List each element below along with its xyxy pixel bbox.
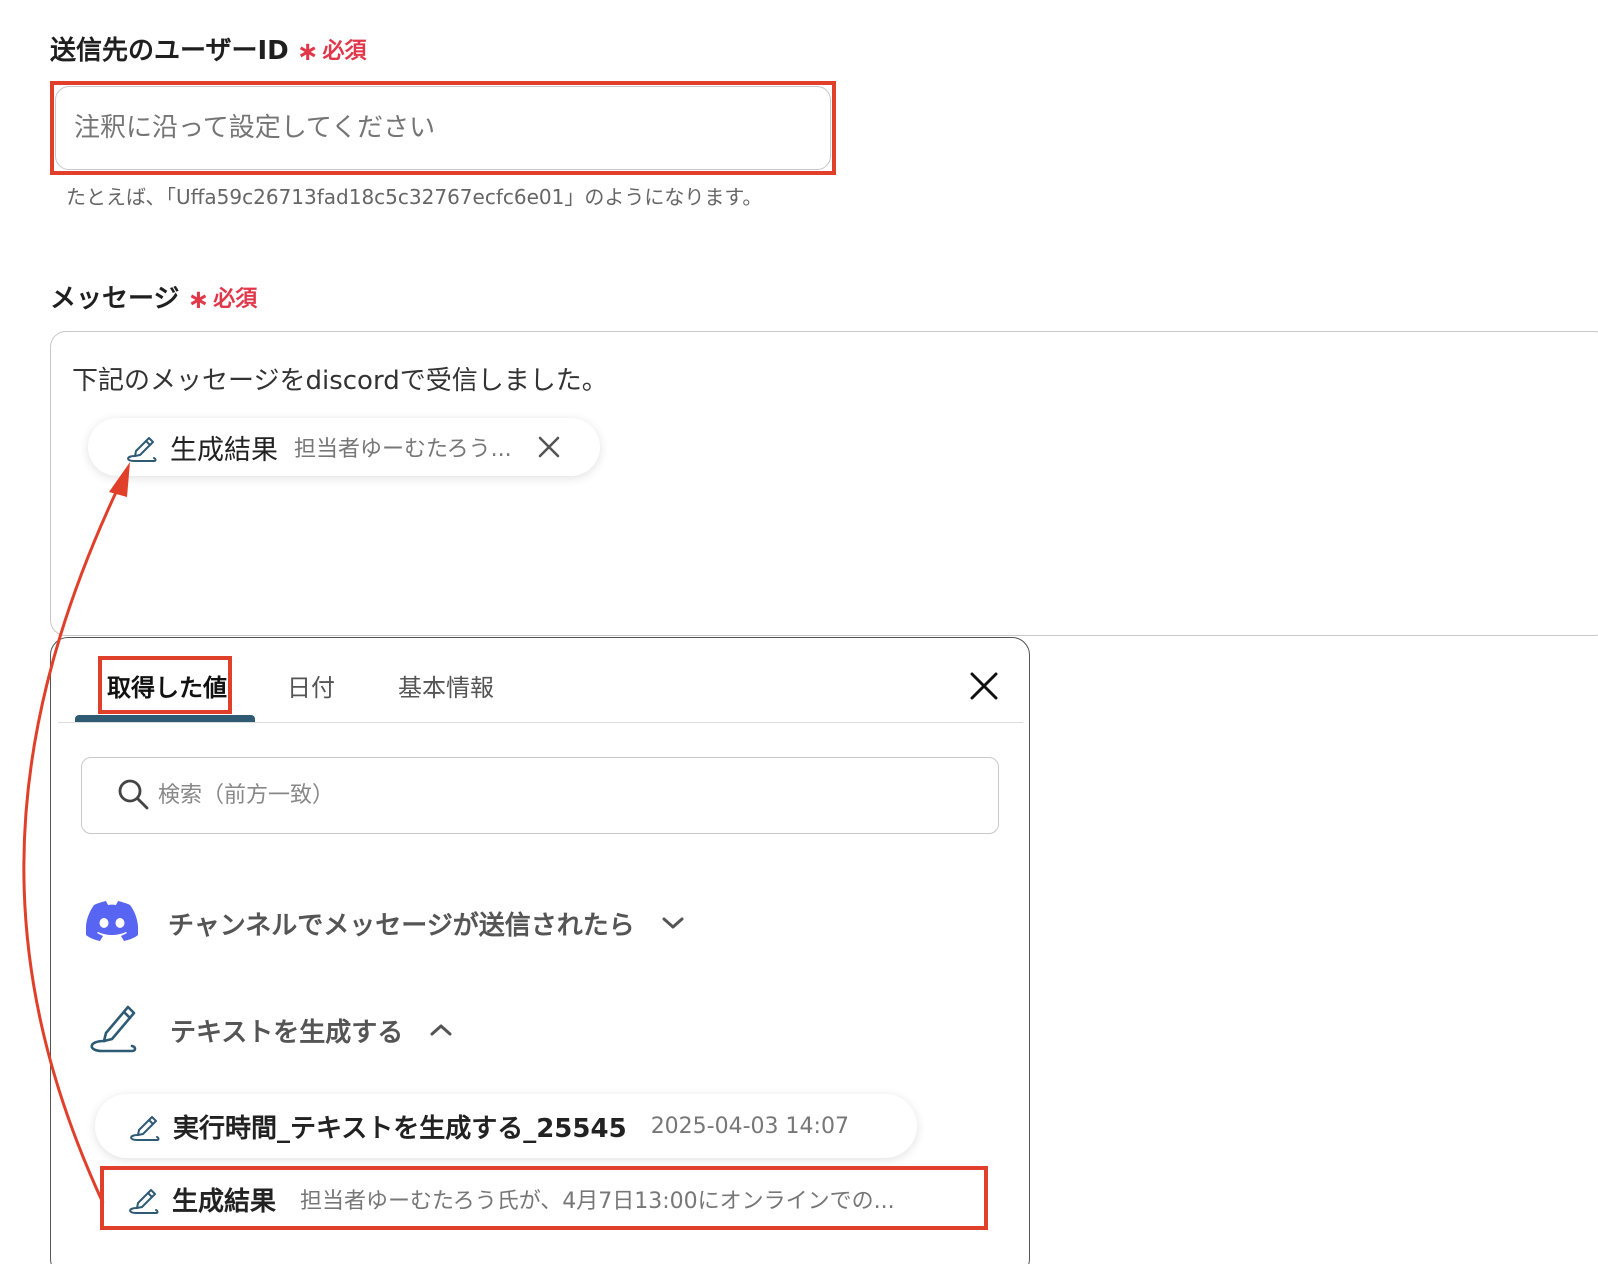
- ai-pen-icon: [123, 1106, 163, 1146]
- message-variable-chip[interactable]: 生成結果 担当者ゆーむたろう...: [88, 418, 600, 476]
- message-text: 下記のメッセージをdiscordで受信しました。: [72, 366, 608, 396]
- user-id-label-text: 送信先のユーザーID: [50, 36, 289, 66]
- chip-preview: 担当者ゆーむたろう...: [294, 437, 512, 462]
- tab-divider: [58, 722, 1023, 723]
- chip-title: 生成結果: [170, 434, 278, 466]
- result-highlight: [100, 1166, 988, 1230]
- chevron-up-icon: [429, 1022, 453, 1038]
- ai-pen-icon: [120, 427, 160, 467]
- tab-basic-info[interactable]: 基本情報: [398, 668, 494, 703]
- message-label-text: メッセージ: [50, 284, 180, 314]
- tab-retrieved-values[interactable]: 取得した値: [107, 668, 227, 703]
- message-label: メッセージ ∗ 必須: [50, 278, 257, 315]
- tab-date[interactable]: 日付: [287, 668, 335, 703]
- group-label: テキストを生成する: [170, 1017, 404, 1048]
- asterisk-icon: ∗: [296, 36, 319, 67]
- item-value: 2025-04-03 14:07: [650, 1113, 849, 1139]
- asterisk-icon: ∗: [187, 284, 210, 315]
- required-text: 必須: [213, 286, 258, 312]
- item-title: 実行時間_テキストを生成する_25545: [173, 1113, 627, 1144]
- required-badge: ∗ 必須: [187, 281, 258, 315]
- close-icon[interactable]: [963, 665, 1005, 707]
- group-generate-text[interactable]: テキストを生成する: [86, 1000, 453, 1060]
- search-box[interactable]: [81, 757, 999, 834]
- user-id-input[interactable]: [55, 86, 831, 170]
- discord-icon: [85, 901, 139, 945]
- group-discord-trigger[interactable]: チャンネルでメッセージが送信されたら: [85, 898, 685, 948]
- search-input[interactable]: [158, 783, 858, 808]
- search-icon: [116, 777, 150, 815]
- required-badge: ∗ 必須: [296, 33, 367, 67]
- required-text: 必須: [322, 38, 367, 64]
- user-id-label: 送信先のユーザーID ∗ 必須: [50, 30, 367, 67]
- remove-chip-icon[interactable]: [534, 432, 564, 462]
- group-label: チャンネルでメッセージが送信されたら: [168, 910, 635, 941]
- ai-pen-icon: [86, 999, 140, 1061]
- chevron-down-icon: [661, 915, 685, 931]
- user-id-hint: たとえば､「Uffa59c26713fad18c5c32767ecfc6e01」…: [66, 185, 763, 209]
- list-item-execution-time[interactable]: 実行時間_テキストを生成する_25545 2025-04-03 14:07: [95, 1094, 917, 1158]
